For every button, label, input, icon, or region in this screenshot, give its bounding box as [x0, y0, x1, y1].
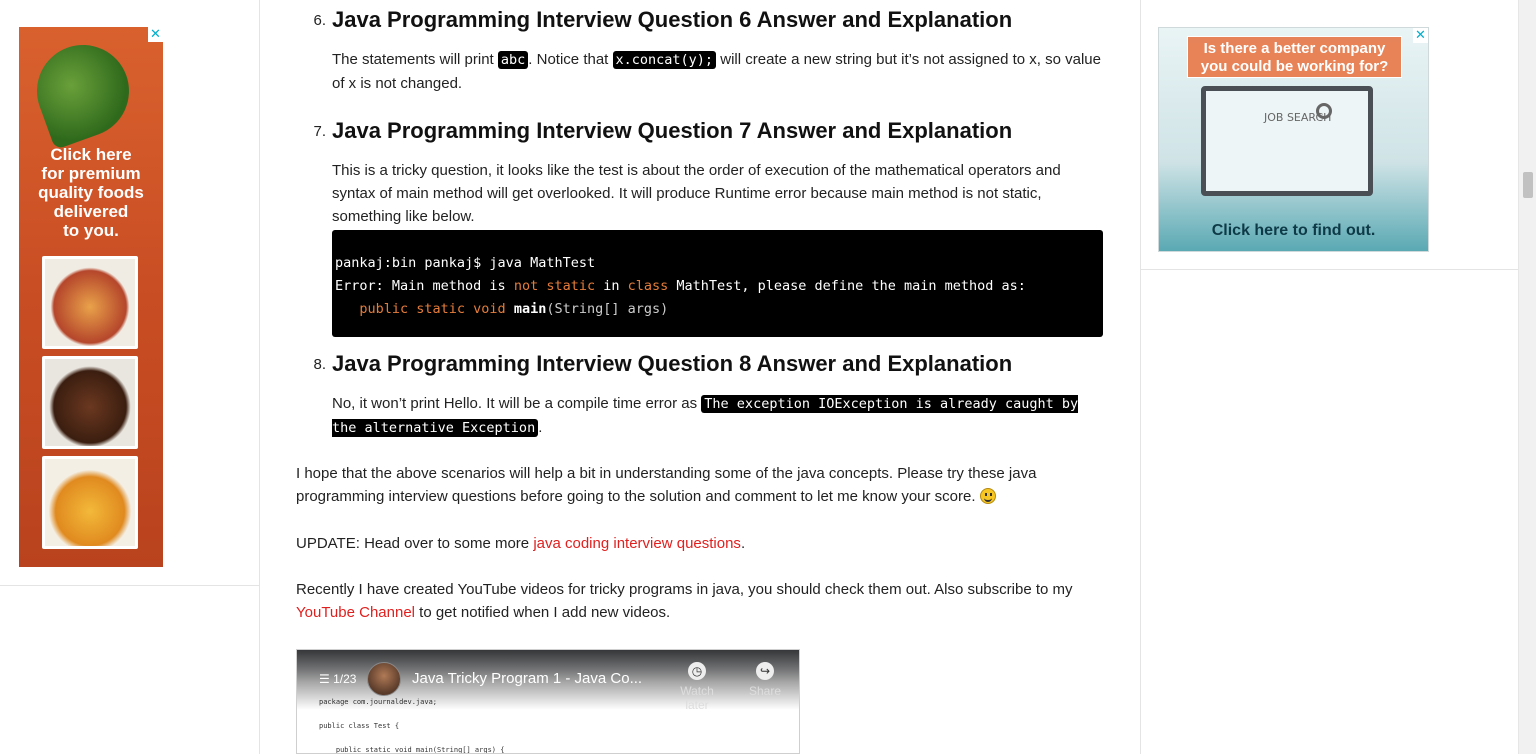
- share-icon: ↪: [756, 662, 774, 680]
- coding-questions-link[interactable]: java coding interview questions: [533, 535, 741, 552]
- laptop-image: JOB SEARCH: [1201, 86, 1373, 196]
- answer-text: .: [538, 419, 543, 436]
- scrollbar-thumb[interactable]: [1523, 172, 1533, 198]
- channel-avatar[interactable]: [367, 662, 401, 696]
- right-ad-headline: Is there a better company you could be w…: [1187, 36, 1402, 78]
- closing-paragraph: I hope that the above scenarios will hel…: [296, 462, 1104, 508]
- code-text: MathTest, please define the main method …: [668, 278, 1026, 294]
- paragraph-text: I hope that the above scenarios will hel…: [296, 465, 1037, 505]
- headline-line: you could be working for?: [1200, 58, 1389, 75]
- paragraph-text: UPDATE: Head over to some more: [296, 535, 534, 552]
- update-paragraph: UPDATE: Head over to some more java codi…: [296, 532, 1104, 555]
- youtube-video-embed[interactable]: package com.journaldev.java; public clas…: [296, 649, 800, 754]
- left-ad-copy: Click here for premium quality foods del…: [19, 145, 163, 240]
- basil-leaf-image: [24, 32, 142, 150]
- paragraph-text: .: [740, 535, 746, 552]
- left-ad-line: to you.: [63, 221, 119, 240]
- page-scrollbar[interactable]: [1518, 0, 1536, 754]
- question-heading: Java Programming Interview Question 8 An…: [332, 351, 1013, 376]
- paragraph-text: to get notified when I add new videos.: [415, 604, 671, 621]
- video-title[interactable]: Java Tricky Program 1 - Java Co...: [412, 670, 642, 687]
- left-ad-line: for premium: [41, 164, 141, 183]
- right-ad-cta[interactable]: Click here to find out.: [1159, 222, 1428, 240]
- food-image-roast: [42, 356, 138, 449]
- code-keyword: public static void: [359, 301, 506, 317]
- playlist-indicator[interactable]: ☰ 1/23: [319, 672, 356, 686]
- inline-code: abc: [497, 51, 529, 69]
- code-keyword: not static: [513, 278, 596, 294]
- list-number: 7.: [313, 123, 326, 140]
- left-ad-line: Click here: [50, 145, 132, 164]
- headline-line: Is there a better company: [1203, 40, 1386, 57]
- food-image-stirfry: [42, 256, 138, 349]
- question-answer: No, it won’t print Hello. It will be a c…: [332, 392, 1104, 440]
- code-keyword: class: [627, 278, 669, 294]
- left-rail-divider: [0, 585, 259, 586]
- question-heading: Java Programming Interview Question 7 An…: [332, 118, 1013, 143]
- question-answer: This is a tricky question, it looks like…: [332, 162, 1061, 225]
- right-advertisement[interactable]: JOB SEARCH Is there a better company you…: [1158, 27, 1429, 252]
- share-label: Share: [748, 684, 782, 698]
- list-number: 8.: [313, 356, 326, 373]
- ad-close-icon[interactable]: ✕: [148, 27, 163, 42]
- code-block: pankaj:bin pankaj$ java MathTest Error: …: [332, 230, 1103, 337]
- code-line: pankaj:bin pankaj$ java MathTest: [335, 255, 596, 271]
- code-method: main: [513, 301, 547, 317]
- left-ad-line: delivered: [53, 202, 129, 221]
- youtube-channel-link[interactable]: YouTube Channel: [296, 604, 415, 621]
- left-sidebar: Click here for premium quality foods del…: [0, 0, 260, 754]
- playlist-icon: ☰: [319, 672, 330, 686]
- paragraph-text: Recently I have created YouTube videos f…: [296, 581, 1073, 598]
- youtube-paragraph: Recently I have created YouTube videos f…: [296, 578, 1104, 624]
- clock-icon: ◷: [688, 662, 706, 680]
- question-heading: Java Programming Interview Question 6 An…: [332, 7, 1013, 32]
- list-number: 6.: [313, 12, 326, 29]
- smiley-icon: [979, 488, 996, 504]
- magnifier-icon: [1316, 103, 1332, 119]
- watch-later-label: Watch later: [680, 684, 714, 712]
- answer-text: No, it won’t print Hello. It will be a c…: [332, 395, 702, 412]
- playlist-count: 1/23: [333, 672, 357, 686]
- left-ad-line: quality foods: [38, 183, 144, 202]
- share-button[interactable]: ↪ Share: [735, 662, 795, 698]
- right-rail-divider: [1141, 269, 1519, 270]
- left-advertisement[interactable]: Click here for premium quality foods del…: [19, 27, 163, 567]
- answer-text: The statements will print: [332, 51, 498, 68]
- food-image-mac-cheese: [42, 456, 138, 549]
- watch-later-button[interactable]: ◷ Watch later: [667, 662, 727, 712]
- code-text: (String[] args): [546, 301, 669, 317]
- code-line: Error: Main method is: [335, 278, 514, 294]
- code-text: in: [595, 278, 628, 294]
- answer-text: . Notice that: [528, 51, 613, 68]
- question-answer: The statements will print abc. Notice th…: [332, 48, 1104, 95]
- ad-close-icon[interactable]: ✕: [1413, 28, 1428, 43]
- inline-code: x.concat(y);: [612, 51, 717, 69]
